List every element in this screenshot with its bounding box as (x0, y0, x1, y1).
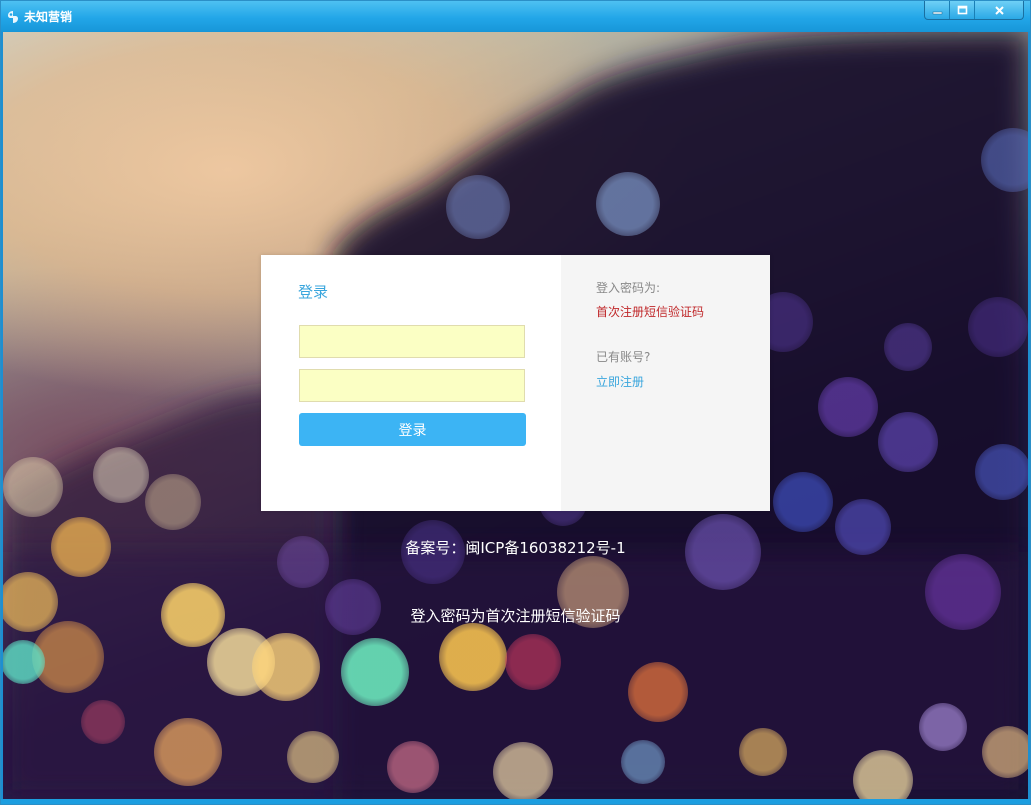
username-field[interactable] (299, 325, 525, 358)
has-account-label: 已有账号? (596, 350, 651, 364)
login-button-label: 登录 (398, 422, 427, 439)
minimize-icon (932, 5, 943, 16)
login-form: 登录 登录 (261, 255, 561, 511)
login-button[interactable]: 登录 (299, 413, 526, 446)
minimize-button[interactable] (925, 1, 950, 19)
maximize-icon (957, 5, 968, 16)
close-icon (994, 5, 1005, 16)
app-logo-icon (6, 9, 20, 23)
login-panel: 登录 登录 登入密码为: 首次注册短信验证码 已有账号? 立即注册 (261, 255, 770, 511)
password-hint-value: 首次注册短信验证码 (596, 305, 705, 319)
register-link[interactable]: 立即注册 (596, 373, 644, 390)
window-controls (924, 1, 1024, 20)
password-hint-label: 登入密码为: (596, 281, 661, 295)
app-window: 未知营销 登录 登录 登入密码为: 首次注册短信验证码 已有账号? 立即注册 备… (0, 0, 1031, 805)
title-bar[interactable]: 未知营销 (1, 1, 1030, 32)
login-title: 登录 (298, 283, 329, 301)
footer-note: 登入密码为首次注册短信验证码 (410, 607, 621, 625)
login-sidebar: 登入密码为: 首次注册短信验证码 已有账号? 立即注册 (561, 255, 770, 511)
maximize-button[interactable] (950, 1, 975, 19)
close-button[interactable] (975, 1, 1023, 19)
password-field[interactable] (299, 369, 525, 402)
window-title: 未知营销 (24, 10, 73, 24)
icp-record: 备案号：闽ICP备16038212号-1 (405, 539, 626, 557)
background-scene: 登录 登录 登入密码为: 首次注册短信验证码 已有账号? 立即注册 备案号：闽I… (3, 32, 1028, 799)
window-bottom-border (1, 799, 1030, 804)
